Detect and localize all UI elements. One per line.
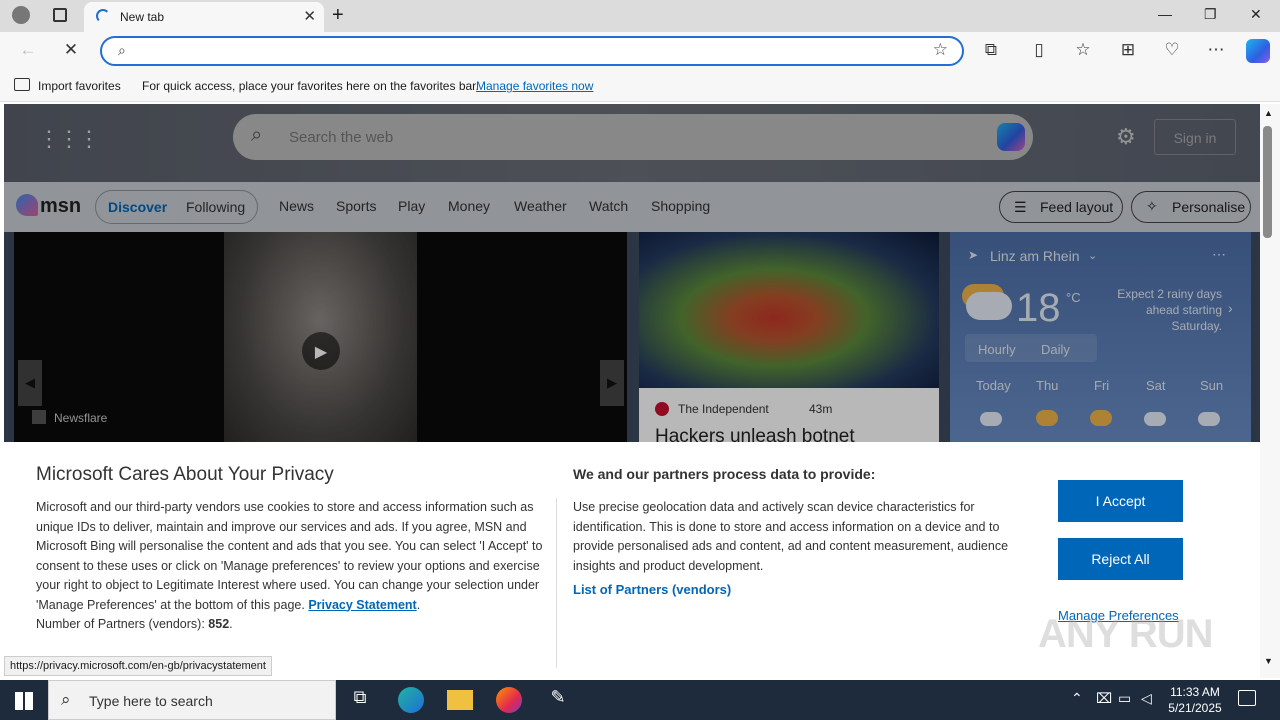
close-tab-icon[interactable]: ✕ — [303, 7, 316, 25]
task-view-icon[interactable]: ⧉ — [347, 687, 373, 713]
modal-backdrop — [4, 104, 1260, 442]
manage-favorites-link[interactable]: Manage favorites now — [476, 79, 593, 93]
partners-count: 852 — [208, 617, 230, 631]
copilot-icon[interactable] — [1246, 39, 1270, 63]
accept-button[interactable]: I Accept — [1058, 480, 1183, 522]
privacy-title: Microsoft Cares About Your Privacy — [36, 464, 334, 485]
clock-time: 11:33 AM — [1170, 685, 1220, 699]
reject-all-button[interactable]: Reject All — [1058, 538, 1183, 580]
loading-icon — [96, 9, 110, 23]
favorites-bar: Import favorites For quick access, place… — [0, 70, 1280, 102]
privacy-body-text: Microsoft and our third-party vendors us… — [36, 500, 543, 612]
tab-title: New tab — [120, 10, 165, 24]
taskbar: ⌕ Type here to search ⧉ ✎ ⌃ ⌧ ▭ ◁ 11:33 … — [0, 680, 1280, 720]
data-purposes-title: We and our partners process data to prov… — [573, 466, 876, 482]
file-explorer-icon[interactable] — [447, 690, 473, 710]
add-favorite-icon[interactable]: ☆ — [933, 40, 948, 60]
clock-date: 5/21/2025 — [1168, 701, 1222, 715]
import-favorites-icon[interactable] — [14, 78, 30, 91]
scrollbar-thumb[interactable] — [1263, 126, 1272, 238]
network-wired-icon[interactable]: ▭ — [1118, 690, 1131, 707]
minimize-icon[interactable]: — — [1158, 6, 1172, 22]
clock[interactable]: 11:33 AM 5/21/2025 — [1162, 684, 1228, 716]
volume-icon[interactable]: ◁ — [1141, 690, 1152, 707]
address-bar[interactable]: ⌕ ☆ — [100, 36, 964, 66]
title-bar: New tab ✕ + — ❐ ✕ — [0, 0, 1280, 32]
split-screen-icon[interactable]: ▯ — [1028, 40, 1050, 60]
watermark-logo: ANY RUN — [1038, 612, 1214, 656]
new-tab-icon[interactable]: + — [332, 4, 344, 27]
privacy-statement-link[interactable]: Privacy Statement — [308, 598, 416, 612]
status-bar-url: https://privacy.microsoft.com/en-gb/priv… — [4, 656, 272, 676]
notifications-icon[interactable] — [1238, 690, 1256, 706]
more-icon[interactable]: ⋯ — [1205, 40, 1227, 60]
profile-icon[interactable] — [12, 6, 30, 24]
scroll-up-icon[interactable]: ▲ — [1264, 108, 1273, 118]
back-icon[interactable]: ← — [17, 40, 39, 60]
network-icon[interactable]: ⌧ — [1096, 690, 1112, 707]
favorites-message: For quick access, place your favorites h… — [142, 79, 479, 93]
favorites-icon[interactable]: ☆ — [1072, 40, 1094, 60]
stop-icon[interactable]: ✕ — [60, 40, 82, 60]
restore-icon[interactable]: ❐ — [1204, 6, 1217, 23]
extensions-icon[interactable]: ⧉ — [980, 40, 1002, 60]
windows-start-icon[interactable] — [15, 692, 33, 710]
taskbar-search-placeholder: Type here to search — [89, 693, 213, 709]
tab-actions-icon[interactable] — [53, 8, 67, 22]
data-purposes-text: Use precise geolocation data and activel… — [573, 500, 1009, 573]
import-favorites[interactable]: Import favorites — [38, 79, 121, 93]
chevron-up-icon[interactable]: ⌃ — [1071, 690, 1083, 707]
scrollbar[interactable]: ▲ ▼ — [1260, 104, 1280, 678]
firefox-icon[interactable] — [496, 687, 522, 713]
search-icon: ⌕ — [118, 42, 126, 58]
privacy-dialog: Microsoft Cares About Your Privacy Micro… — [4, 442, 1260, 678]
app-icon[interactable]: ✎ — [545, 687, 571, 713]
partners-label: Number of Partners (vendors): — [36, 617, 205, 631]
taskbar-search[interactable]: ⌕ Type here to search — [48, 680, 336, 720]
partners-list-link[interactable]: List of Partners (vendors) — [573, 582, 731, 597]
scroll-down-icon[interactable]: ▼ — [1264, 656, 1273, 666]
privacy-body: Microsoft and our third-party vendors us… — [36, 500, 543, 631]
tab-new-tab[interactable]: New tab ✕ — [84, 2, 324, 32]
divider — [556, 498, 557, 668]
close-window-icon[interactable]: ✕ — [1250, 6, 1262, 23]
address-input[interactable] — [146, 42, 906, 60]
search-icon: ⌕ — [61, 690, 71, 709]
edge-icon[interactable] — [398, 687, 424, 713]
collections-icon[interactable]: ⊞ — [1117, 40, 1139, 60]
performance-icon[interactable]: ♡ — [1161, 40, 1183, 60]
